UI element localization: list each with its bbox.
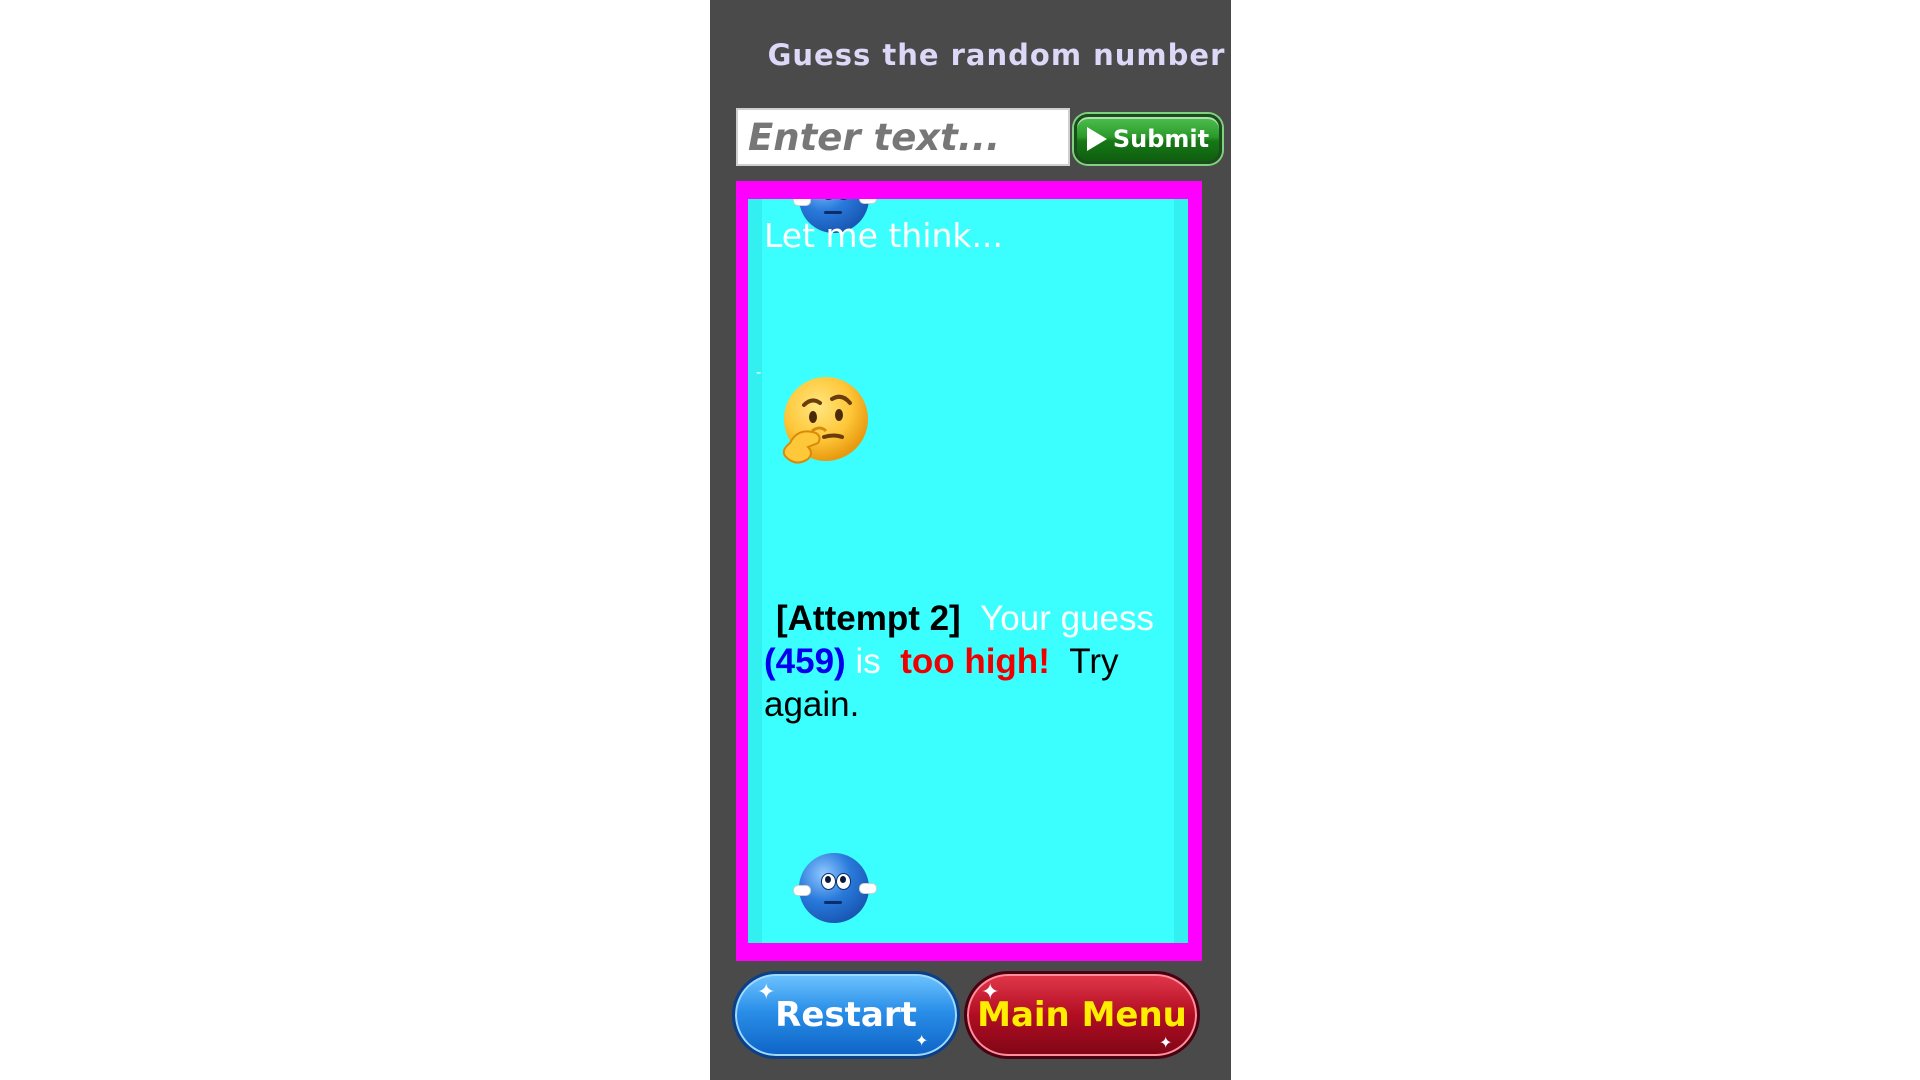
sparkle-icon: ✦ bbox=[981, 980, 1000, 1005]
sparkle-icon: ✦ bbox=[915, 1031, 929, 1050]
guess-input[interactable] bbox=[736, 108, 1070, 166]
main-menu-button[interactable]: ✦ ✦ Main Menu bbox=[964, 971, 1200, 1059]
message-part-1: Your guess bbox=[980, 599, 1155, 638]
submit-label: Submit bbox=[1112, 125, 1210, 153]
thinking-face-emoji-icon bbox=[782, 377, 868, 464]
game-screen: Guess the random number Submit Let me th… bbox=[710, 0, 1231, 1080]
restart-label: Restart bbox=[775, 995, 917, 1035]
verdict-text: too high! bbox=[900, 642, 1050, 681]
result-message: [Attempt 2] Your guess (459) is too high… bbox=[764, 597, 1164, 726]
sparkle-icon: ✦ bbox=[757, 980, 776, 1005]
play-icon bbox=[1086, 127, 1107, 151]
board-mark: - bbox=[756, 364, 762, 381]
submit-button[interactable]: Submit bbox=[1074, 114, 1222, 164]
board-stripe-right bbox=[1174, 199, 1188, 943]
sparkle-icon: ✦ bbox=[1159, 1033, 1173, 1052]
page-title: Guess the random number bbox=[767, 38, 1226, 72]
restart-button[interactable]: ✦ ✦ Restart bbox=[732, 971, 960, 1059]
message-board: Let me think... - [Attempt 2] Your guess… bbox=[736, 181, 1202, 961]
message-board-inner: Let me think... - [Attempt 2] Your guess… bbox=[748, 199, 1188, 943]
message-part-2: is bbox=[855, 642, 881, 681]
board-stripe-left bbox=[748, 199, 762, 943]
main-menu-label: Main Menu bbox=[977, 995, 1187, 1035]
thinking-text: Let me think... bbox=[764, 216, 1003, 255]
guess-value: (459) bbox=[764, 642, 846, 681]
blue-ball-mascot-icon bbox=[793, 853, 877, 923]
attempt-label: [Attempt 2] bbox=[776, 599, 961, 638]
